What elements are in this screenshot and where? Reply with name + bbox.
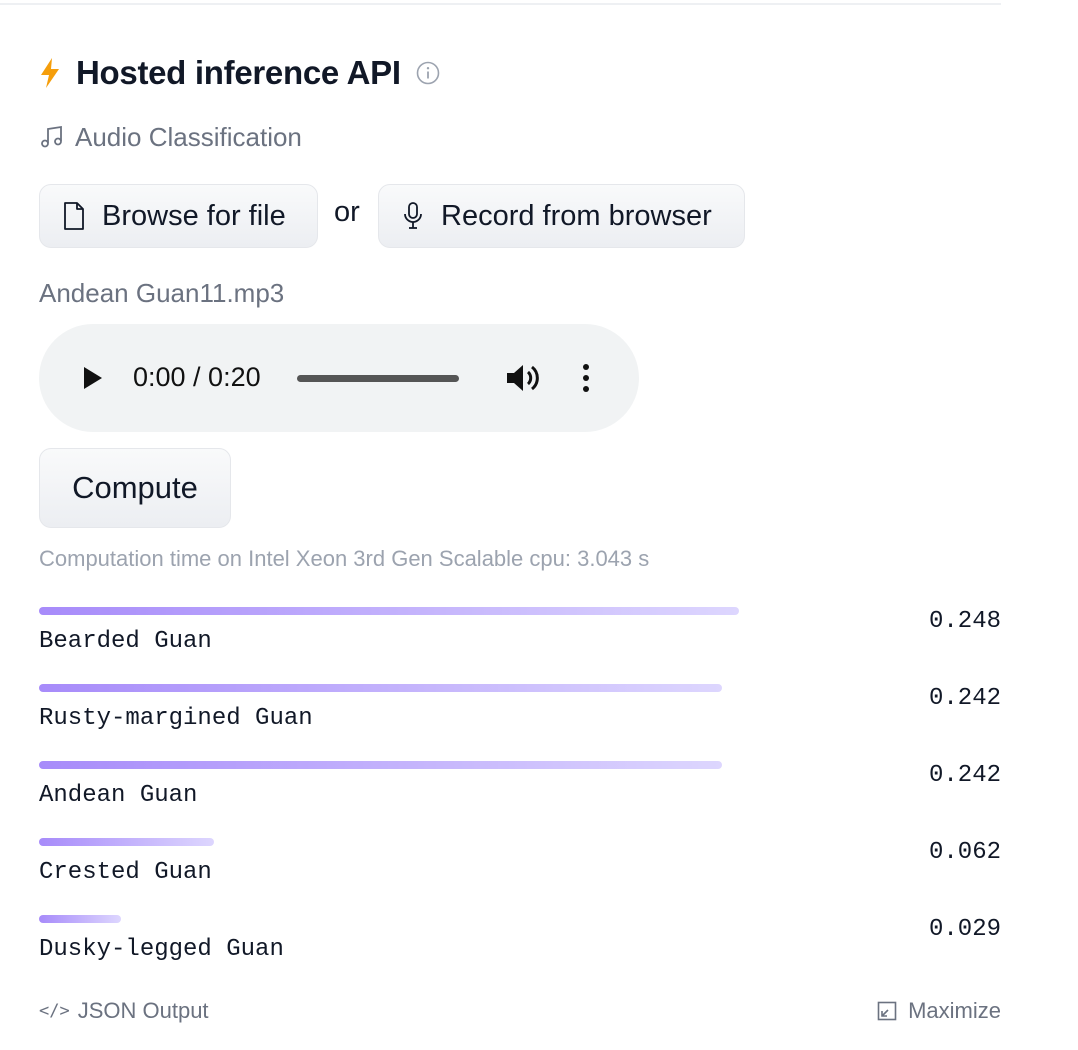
result-row: Dusky-legged Guan 0.029 [39, 908, 1001, 968]
more-options-icon[interactable] [578, 362, 594, 394]
browse-file-button[interactable]: Browse for file [39, 184, 318, 248]
result-row: Rusty-margined Guan 0.242 [39, 677, 1001, 737]
result-score: 0.062 [928, 839, 1001, 866]
compute-button[interactable]: Compute [39, 448, 231, 528]
audio-player: 0:00 / 0:20 [39, 324, 639, 432]
result-score: 0.248 [928, 608, 1001, 635]
result-row: Andean Guan 0.242 [39, 754, 1001, 814]
result-bar [39, 915, 121, 923]
result-bar [39, 838, 214, 846]
info-icon[interactable] [416, 61, 440, 85]
widget-header: Hosted inference API [39, 52, 440, 94]
result-label: Bearded Guan [39, 628, 212, 655]
result-row: Bearded Guan 0.248 [39, 600, 1001, 660]
audio-time: 0:00 / 0:20 [133, 362, 261, 392]
microphone-icon [404, 202, 422, 229]
file-icon [64, 202, 84, 230]
maximize-button[interactable]: Maximize [877, 998, 1001, 1024]
task-type: Audio Classification [39, 120, 302, 154]
code-icon: </> [39, 1001, 70, 1021]
widget-title: Hosted inference API [76, 54, 401, 91]
json-output-link[interactable]: </> JSON Output [39, 998, 209, 1024]
result-bar [39, 684, 722, 692]
widget-footer: </> JSON Output Maximize [39, 998, 1001, 1030]
json-output-label: JSON Output [77, 998, 209, 1023]
compute-label: Compute [72, 470, 198, 505]
audio-seek-bar[interactable] [297, 375, 459, 382]
maximize-label: Maximize [908, 998, 1001, 1023]
result-row: Crested Guan 0.062 [39, 831, 1001, 891]
result-bar [39, 761, 722, 769]
maximize-icon [877, 1001, 897, 1021]
or-separator: or [334, 196, 360, 228]
computation-time: Computation time on Intel Xeon 3rd Gen S… [39, 546, 650, 571]
browse-file-label: Browse for file [102, 199, 286, 232]
task-label: Audio Classification [75, 121, 302, 152]
result-label: Andean Guan [39, 782, 198, 809]
result-label: Rusty-margined Guan [39, 705, 313, 732]
volume-icon[interactable] [504, 360, 542, 396]
result-score: 0.242 [928, 762, 1001, 789]
result-label: Crested Guan [39, 859, 212, 886]
result-bar [39, 607, 739, 615]
result-label: Dusky-legged Guan [39, 936, 284, 963]
result-score: 0.242 [928, 685, 1001, 712]
music-note-icon [41, 125, 62, 148]
record-from-browser-button[interactable]: Record from browser [378, 184, 745, 248]
result-score: 0.029 [928, 916, 1001, 943]
inference-widget: Hosted inference API Audio Classificatio… [39, 0, 1001, 1050]
record-label: Record from browser [441, 199, 712, 232]
bolt-icon [41, 58, 59, 88]
play-icon[interactable] [79, 364, 105, 392]
audio-file-name: Andean Guan11.mp3 [39, 278, 285, 308]
